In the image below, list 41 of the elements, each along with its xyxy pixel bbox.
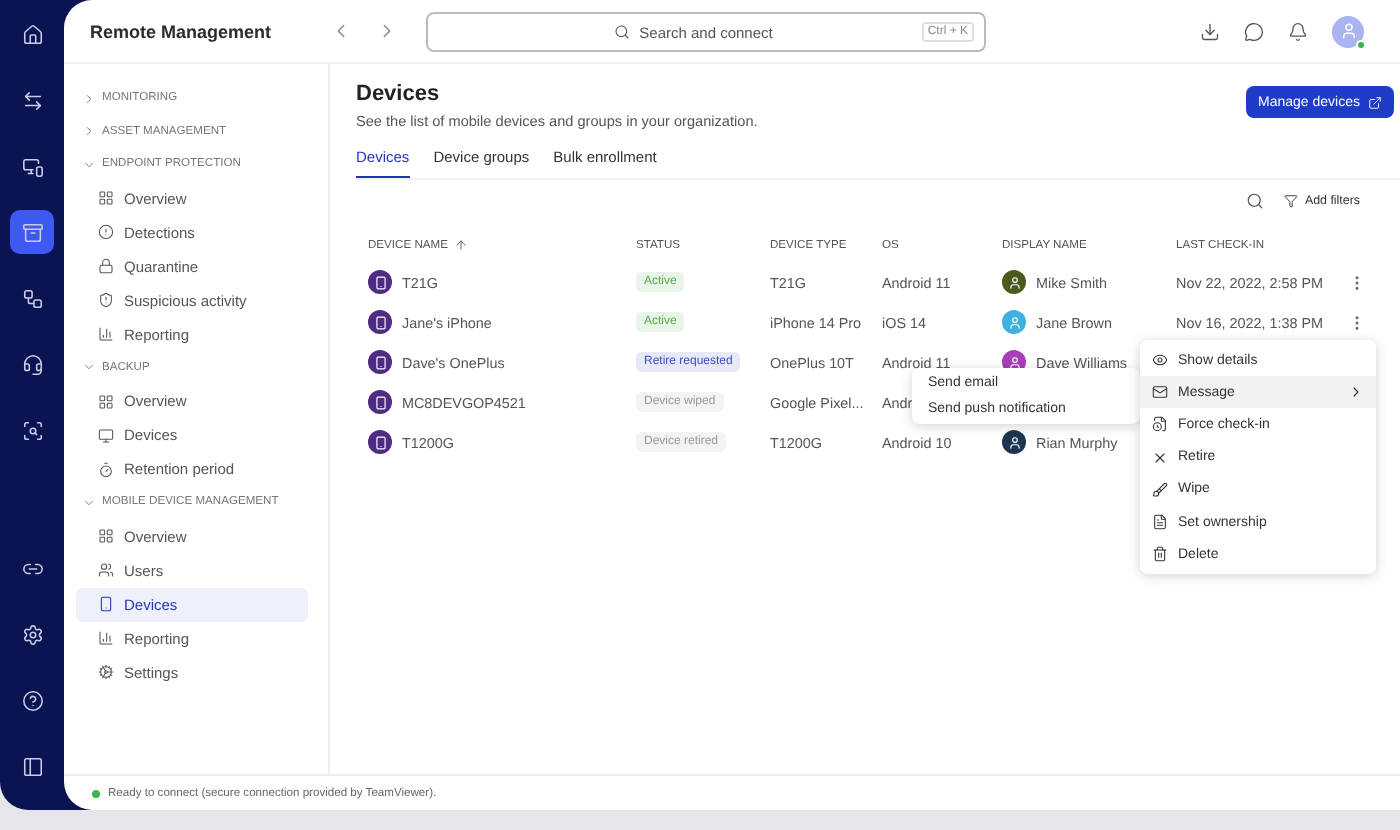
brush-icon (1152, 481, 1168, 498)
monitor-icon (98, 427, 114, 443)
trash-icon (1152, 546, 1168, 563)
users-icon (98, 562, 114, 578)
chevron-down-icon (82, 157, 96, 172)
cog-icon (98, 664, 114, 680)
search-icon (1246, 191, 1265, 209)
phone-icon (368, 270, 392, 294)
phone-icon (368, 430, 392, 454)
grid-icon (98, 190, 114, 206)
mail-icon (1152, 384, 1168, 401)
phone-icon (368, 350, 392, 374)
report-icon (98, 630, 114, 646)
phone-icon (368, 390, 392, 414)
chat-icon (1244, 21, 1264, 41)
file-clock-icon (1152, 416, 1168, 433)
timer-icon (98, 461, 114, 477)
search-icon (614, 23, 630, 39)
chevron-right-icon (82, 124, 96, 139)
filter-icon (1284, 193, 1299, 207)
chevron-down-icon (82, 495, 96, 510)
external-link-icon (1368, 95, 1382, 109)
document-icon (1152, 514, 1168, 531)
phone-icon (98, 596, 114, 612)
app-title: Remote Management (88, 21, 274, 41)
eye-icon (1152, 352, 1168, 369)
grid-icon (98, 393, 114, 409)
page-title: Devices (356, 82, 442, 106)
close-icon (1152, 449, 1168, 466)
lock-icon (98, 258, 114, 274)
bell-icon (1288, 21, 1308, 41)
download-icon (1200, 21, 1220, 41)
grid-icon (98, 528, 114, 544)
chevron-right-icon (82, 91, 96, 106)
shield-icon (98, 292, 114, 308)
phone-icon (368, 310, 392, 334)
sort-arrow-icon (453, 238, 468, 252)
report-icon (98, 326, 114, 342)
alert-icon (98, 224, 114, 240)
chevron-down-icon (82, 360, 96, 375)
device-box-icon[interactable] (10, 210, 54, 254)
